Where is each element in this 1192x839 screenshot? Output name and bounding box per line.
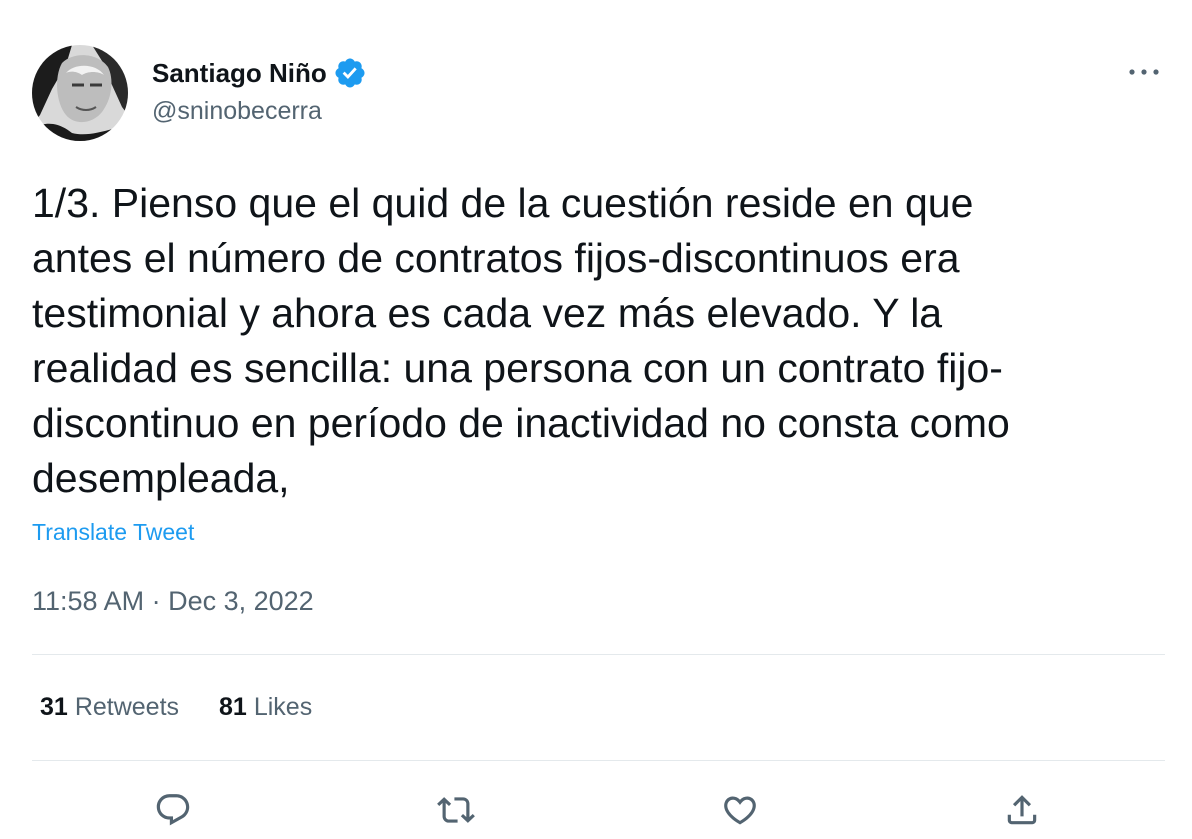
like-button[interactable] (716, 786, 764, 834)
tweet-timestamp[interactable]: 11:58 AM · Dec 3, 2022 (32, 586, 314, 617)
author-name-row[interactable]: Santiago Niño (152, 55, 367, 91)
like-icon (724, 796, 756, 825)
likes-label: Likes (253, 693, 313, 721)
retweets-stat[interactable]: 31 Retweets (40, 693, 179, 722)
share-button[interactable] (998, 786, 1046, 834)
retweet-button[interactable] (432, 786, 480, 834)
verified-badge-icon (335, 58, 365, 88)
reply-icon (156, 794, 190, 826)
avatar[interactable] (32, 45, 128, 141)
divider (32, 654, 1165, 655)
retweets-count: 31 (40, 693, 68, 721)
author-handle[interactable]: @sninobecerra (152, 97, 322, 126)
more-options-button[interactable] (1120, 56, 1168, 88)
tweet-text: 1/3. Pienso que el quid de la cuestión r… (32, 180, 1010, 501)
tweet-stats: 31 Retweets 81 Likes (40, 693, 312, 722)
share-icon (1007, 795, 1037, 825)
likes-stat[interactable]: 81 Likes (219, 693, 312, 722)
translate-tweet-link[interactable]: Translate Tweet (32, 519, 194, 546)
retweet-icon (437, 797, 475, 823)
retweets-label: Retweets (74, 693, 180, 721)
author-name[interactable]: Santiago Niño (152, 58, 327, 89)
more-dots-icon (1129, 69, 1159, 75)
divider (32, 760, 1165, 761)
reply-button[interactable] (149, 786, 197, 834)
likes-count: 81 (219, 693, 247, 721)
